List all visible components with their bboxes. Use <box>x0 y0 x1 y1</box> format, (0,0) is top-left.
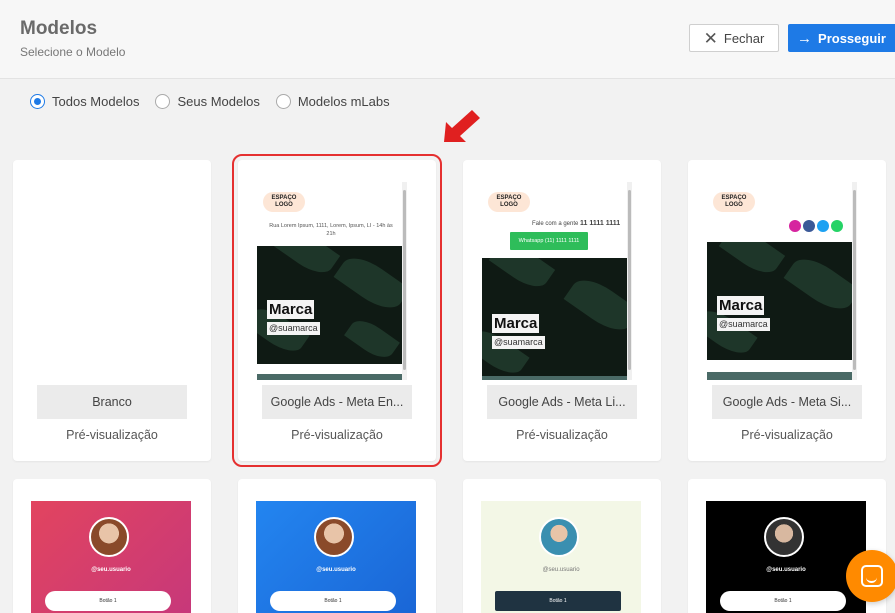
footer-strip <box>707 372 853 380</box>
filter-your-models-label: Seus Modelos <box>177 94 260 109</box>
avatar <box>764 517 804 557</box>
template-name: Google Ads - Meta En... <box>262 385 412 419</box>
template-card-meta-li[interactable]: ESPAÇO LOGO Fale com a gente 11 1111 111… <box>463 160 661 461</box>
profile-link-button: Botão 1 <box>45 591 171 611</box>
logo-placeholder: ESPAÇO LOGO <box>488 192 530 212</box>
thumbnail-scrollbar[interactable] <box>402 182 407 380</box>
preview-link[interactable]: Pré-visualização <box>238 428 436 442</box>
handle-text: @suamarca <box>267 322 320 335</box>
radio-your-models[interactable] <box>155 94 171 109</box>
radio-all-models[interactable] <box>30 94 45 109</box>
modal-header: Modelos Selecione o Modelo ✕ Fechar → Pr… <box>0 0 895 79</box>
template-card-profile-1[interactable]: @seu.usuario Botão 1 <box>13 479 211 613</box>
profile-link-button: Botão 1 <box>495 591 621 611</box>
contact-number: 11 1111 1111 <box>580 220 621 227</box>
chat-icon <box>861 565 883 587</box>
arrow-right-icon: → <box>797 29 813 47</box>
continue-button-label: Prosseguir <box>818 30 886 46</box>
preview-link[interactable]: Pré-visualização <box>688 428 886 442</box>
thumbnail-scrollbar[interactable] <box>627 182 632 380</box>
profile-thumbnail: @seu.usuario Botão 1 <box>706 501 866 613</box>
hero-image: Marca @suamarca <box>707 242 853 360</box>
filter-all-models[interactable]: Todos Modelos <box>30 94 139 109</box>
continue-button[interactable]: → Prosseguir <box>788 24 895 52</box>
template-thumbnail: ESPAÇO LOGO Marca @suamarca <box>707 182 857 380</box>
page-subtitle: Selecione o Modelo <box>20 45 126 59</box>
logo-placeholder: ESPAÇO LOGO <box>263 192 305 212</box>
profile-link-button: Botão 1 <box>270 591 396 611</box>
handle-text: @suamarca <box>492 336 545 349</box>
address-text: Rua Lorem Ipsum, 1111, Lorem, Ipsum, LI … <box>269 223 393 237</box>
template-card-profile-3[interactable]: @seu.usuario Botão 1 <box>463 479 661 613</box>
filter-your-models[interactable]: Seus Modelos <box>155 94 260 109</box>
filter-all-models-label: Todos Modelos <box>52 94 140 109</box>
template-name: Google Ads - Meta Li... <box>487 385 637 419</box>
template-name: Google Ads - Meta Si... <box>712 385 862 419</box>
close-button[interactable]: ✕ Fechar <box>689 24 779 52</box>
template-thumbnail: ESPAÇO LOGO Fale com a gente 11 1111 111… <box>482 182 632 380</box>
profile-thumbnail: @seu.usuario Botão 1 <box>481 501 641 613</box>
close-icon: ✕ <box>703 28 718 48</box>
filter-mlabs-models-label: Modelos mLabs <box>297 94 390 109</box>
profile-thumbnail: @seu.usuario Botão 1 <box>256 501 416 613</box>
profile-link-button: Botão 1 <box>720 591 846 611</box>
hero-image: Marca @suamarca <box>257 246 403 364</box>
filter-mlabs-models[interactable]: Modelos mLabs <box>275 94 390 109</box>
radio-mlabs-models[interactable] <box>275 94 291 109</box>
contact-text: Fale com a gente 11 1111 1111 <box>532 220 620 227</box>
twitter-icon <box>817 220 829 232</box>
template-card-meta-si[interactable]: ESPAÇO LOGO Marca @suamarca Google Ads -… <box>688 160 886 461</box>
preview-link[interactable]: Pré-visualização <box>13 428 211 442</box>
whatsapp-button: Whatsapp (11) 1111 1111 <box>510 232 588 250</box>
page-title: Modelos <box>20 18 98 39</box>
close-button-label: Fechar <box>723 30 765 46</box>
whatsapp-icon <box>831 220 843 232</box>
hero-image: Marca @suamarca <box>482 258 628 376</box>
brand-text: Marca <box>492 314 540 333</box>
profile-username: @seu.usuario <box>91 567 131 573</box>
profile-username: @seu.usuario <box>316 567 356 573</box>
preview-link[interactable]: Pré-visualização <box>463 428 661 442</box>
social-icons <box>789 220 843 232</box>
contact-label: Fale com a gente <box>532 221 579 227</box>
instagram-icon <box>789 220 801 232</box>
footer-strip <box>482 376 628 380</box>
chat-button[interactable] <box>846 550 895 602</box>
facebook-icon <box>803 220 815 232</box>
template-name: Branco <box>37 385 187 419</box>
template-thumbnail: ESPAÇO LOGO Rua Lorem Ipsum, 1111, Lorem… <box>257 182 407 380</box>
model-filter-group: Todos Modelos Seus Modelos Modelos mLabs <box>30 94 390 109</box>
brand-text: Marca <box>717 296 765 315</box>
avatar <box>89 517 129 557</box>
thumbnail-scrollbar[interactable] <box>852 182 857 380</box>
template-card-blank[interactable]: Branco Pré-visualização <box>13 160 211 461</box>
profile-username: @seu.usuario <box>766 567 806 573</box>
template-card-profile-2[interactable]: @seu.usuario Botão 1 <box>238 479 436 613</box>
brand-text: Marca <box>267 300 315 319</box>
pointer-arrow-icon <box>444 110 480 142</box>
handle-text: @suamarca <box>717 318 770 331</box>
profile-thumbnail: @seu.usuario Botão 1 <box>31 501 191 613</box>
profile-username: @seu.usuario <box>542 567 580 573</box>
logo-placeholder: ESPAÇO LOGO <box>713 192 755 212</box>
avatar <box>314 517 354 557</box>
footer-strip <box>257 374 403 380</box>
avatar <box>539 517 579 557</box>
template-card-meta-en[interactable]: ESPAÇO LOGO Rua Lorem Ipsum, 1111, Lorem… <box>232 154 442 467</box>
